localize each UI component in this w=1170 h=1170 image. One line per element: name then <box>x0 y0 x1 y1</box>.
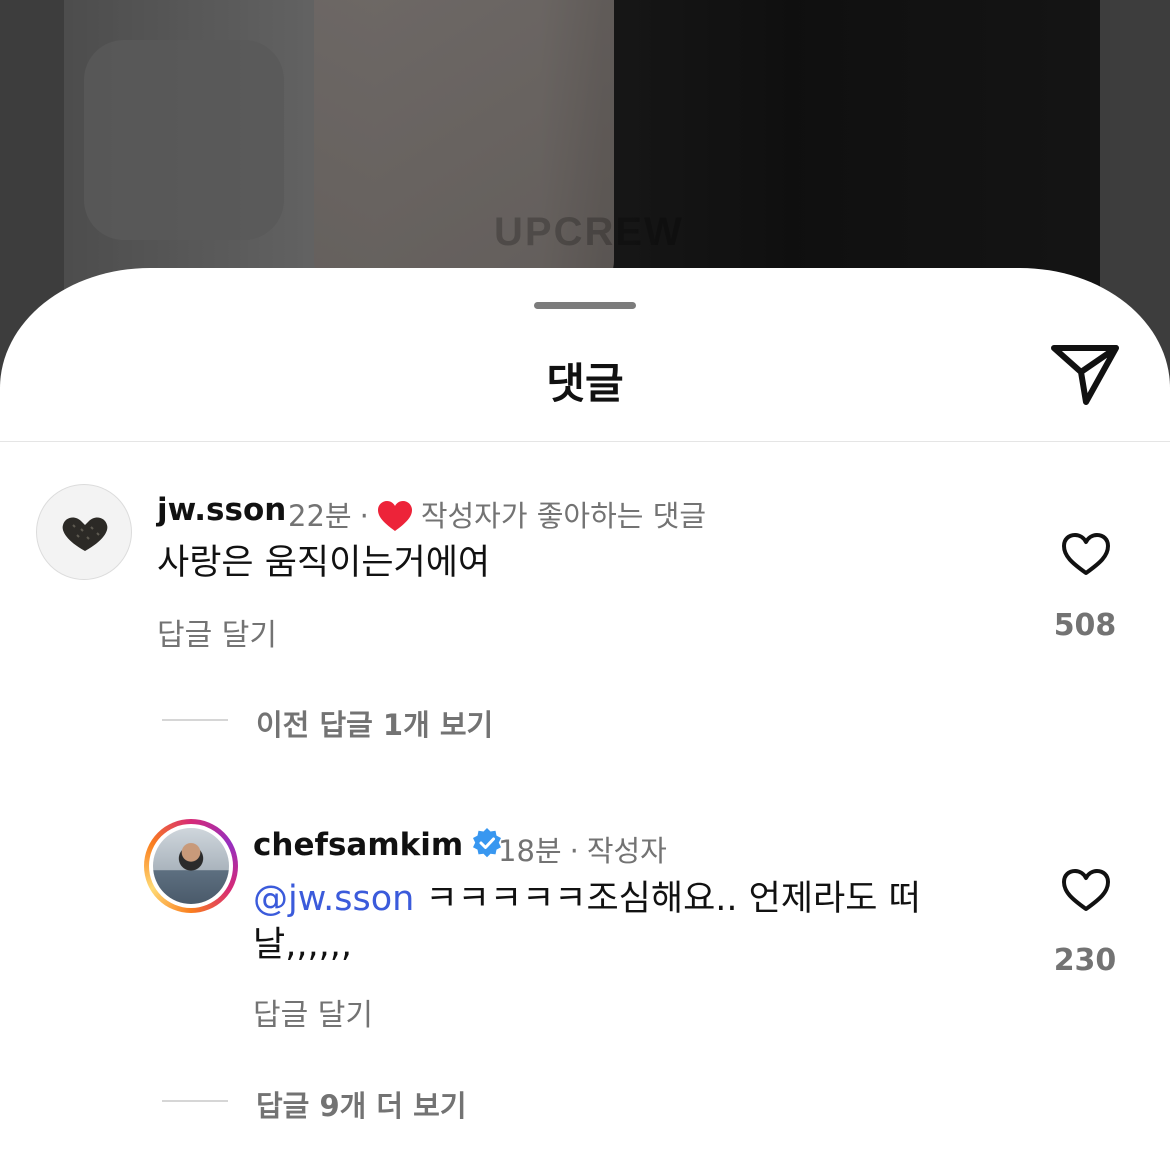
like-heart-icon[interactable] <box>1060 531 1112 577</box>
heart-truffle-avatar-icon <box>62 517 108 551</box>
header-divider <box>0 441 1170 442</box>
share-icon[interactable] <box>1048 342 1122 408</box>
comment-text-line1: ㅋㅋㅋㅋㅋ조심해요.. 언제라도 떠 <box>425 879 921 919</box>
avatar-chefsamkim[interactable] <box>144 819 238 913</box>
username-text: chefsamkim <box>253 827 464 863</box>
sheet-grabber[interactable] <box>534 302 636 309</box>
comment-text: @jw.sson ㅋㅋㅋㅋㅋ조심해요.. 언제라도 떠 날,,,,,, <box>253 876 973 968</box>
mention-link[interactable]: @jw.sson <box>253 879 414 919</box>
comment-text: 사랑은 움직이는거에여 <box>157 543 491 583</box>
thread-line <box>162 719 228 721</box>
reply-button[interactable]: 답글 달기 <box>253 990 373 1034</box>
comment-username[interactable]: chefsamkim <box>253 827 503 863</box>
view-previous-replies-button[interactable]: 이전 답글 1개 보기 <box>256 702 493 744</box>
comment-time: 22분 <box>288 499 352 533</box>
thread-line <box>162 1100 228 1102</box>
like-count: 230 <box>1053 943 1117 978</box>
avatar-jw-sson[interactable] <box>36 484 132 580</box>
comment-time: 18분 <box>498 834 562 868</box>
view-more-replies-button[interactable]: 답글 9개 더 보기 <box>256 1083 467 1125</box>
like-count: 508 <box>1053 608 1117 643</box>
comment-meta: 22분 · 작성자가 좋아하는 댓글 <box>288 499 707 533</box>
comment-meta: 18분 · 작성자 <box>498 834 667 868</box>
profile-photo <box>153 828 229 904</box>
comment-username[interactable]: jw.sson <box>157 492 286 528</box>
reply-button[interactable]: 답글 달기 <box>157 610 277 654</box>
author-liked-heart-icon <box>377 501 412 531</box>
sheet-title: 댓글 <box>546 359 624 408</box>
comment-text-line2: 날,,,,,, <box>253 925 352 965</box>
author-liked-badge: 작성자가 좋아하는 댓글 <box>420 499 707 533</box>
author-badge: 작성자 <box>586 834 667 868</box>
like-heart-icon[interactable] <box>1060 867 1112 913</box>
